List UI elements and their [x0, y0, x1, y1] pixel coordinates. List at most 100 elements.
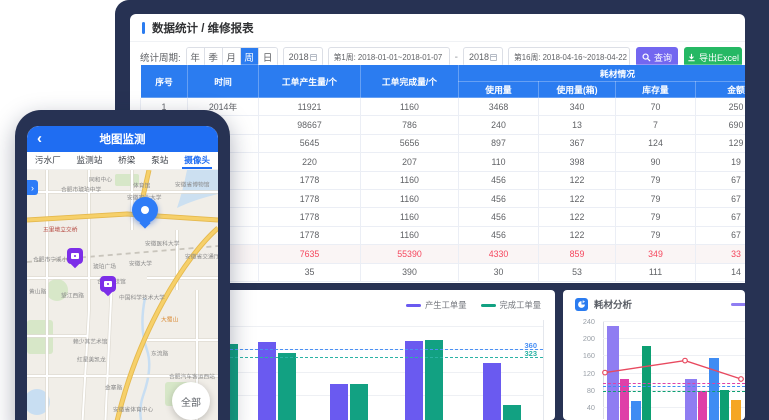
cell-value: 367	[539, 134, 616, 152]
divider	[130, 41, 745, 42]
bar-完成工单量	[503, 405, 521, 420]
phone-tab-桥梁[interactable]: 桥梁	[116, 152, 137, 169]
cell-value: 1160	[361, 98, 459, 116]
search-icon	[642, 53, 651, 62]
bar-产生工单量	[405, 341, 423, 420]
col-subheader: 使用量(箱)	[539, 82, 616, 98]
cell-value: 349	[616, 245, 696, 263]
start-year-value: 2018	[289, 52, 309, 62]
col-header-consumables-group: 耗材情况	[459, 65, 746, 82]
cell-value: 11921	[259, 98, 361, 116]
camera-pin[interactable]	[67, 248, 83, 264]
cell-value: 98667	[259, 116, 361, 134]
map-view[interactable]: 同和中心合肥市琥珀中学体育馆安徽农业大学安徽省博物馆五里墩立交桥安徽医科大学安徽…	[27, 170, 218, 420]
cell-value: 4330	[459, 245, 539, 263]
table-row: 42202071103989019	[141, 153, 746, 171]
end-week-value: 第16周: 2018-04-16~2018-04-22	[514, 52, 627, 63]
cell-value: 79	[616, 189, 696, 207]
cell-value: 14	[696, 263, 746, 281]
bar-完成工单量	[278, 353, 296, 420]
cell-value: 122	[539, 208, 616, 226]
pin-center-dot	[141, 206, 149, 214]
cell-value: 1160	[361, 208, 459, 226]
back-chevron-icon[interactable]: ‹	[37, 130, 42, 148]
cell-value: 124	[616, 134, 696, 152]
camera-pin[interactable]	[100, 276, 116, 292]
download-icon	[687, 53, 696, 62]
col-subheader: 使用量	[459, 82, 539, 98]
breadcrumb-accent-bar	[142, 22, 145, 34]
cell-value: 240	[459, 116, 539, 134]
right-chart-plot: 2402001601208040	[563, 290, 745, 420]
cell-value: 129	[696, 134, 746, 152]
cell-value: 1778	[259, 171, 361, 189]
phone-tab-bar: 污水厂监测站桥梁泵站摄像头	[27, 152, 218, 170]
cell-value: 456	[459, 226, 539, 244]
breadcrumb: 数据统计 / 维修报表	[142, 20, 254, 36]
export-button-label: 导出Excel	[699, 51, 739, 64]
show-all-button[interactable]: 全部	[172, 382, 210, 420]
average-row: 平均值35390305311114	[141, 263, 746, 281]
cell-value: 122	[539, 171, 616, 189]
bar-产生工单量	[483, 363, 501, 420]
cell-value: 1160	[361, 226, 459, 244]
col-subheader: 金额	[696, 82, 746, 98]
cell-value: 7	[616, 116, 696, 134]
cell-value: 33	[696, 245, 746, 263]
table-row: 8177811604561227967	[141, 226, 746, 244]
selected-location-pin[interactable]	[132, 197, 158, 223]
cell-value: 55390	[361, 245, 459, 263]
cell-value: 122	[539, 189, 616, 207]
cell-value: 1778	[259, 226, 361, 244]
cell-value: 207	[361, 153, 459, 171]
start-week-value: 第1周: 2018-01-01~2018-01-07	[334, 52, 443, 63]
table-row: 298667786240137690	[141, 116, 746, 134]
cell-value: 79	[616, 171, 696, 189]
table-row: 7177811604561227967	[141, 208, 746, 226]
phone-tab-污水厂[interactable]: 污水厂	[33, 152, 63, 169]
phone-screen: ‹ 地图监测 污水厂监测站桥梁泵站摄像头	[27, 126, 218, 420]
cell-value: 67	[696, 189, 746, 207]
col-header-time: 时间	[188, 65, 259, 98]
table-row: 12014年119211160346834070250	[141, 98, 746, 116]
cell-value: 13	[539, 116, 616, 134]
cell-value: 67	[696, 208, 746, 226]
phone-page-title: 地图监测	[100, 131, 146, 147]
cell-value: 35	[259, 263, 361, 281]
phone-header: ‹ 地图监测	[27, 126, 218, 152]
end-year-value: 2018	[469, 52, 489, 62]
col-header-orders-completed: 工单完成量/个	[361, 65, 459, 98]
phone-tab-摄像头[interactable]: 摄像头	[182, 152, 212, 169]
phone-mockup: ‹ 地图监测 污水厂监测站桥梁泵站摄像头	[15, 110, 230, 420]
cell-value: 5645	[259, 134, 361, 152]
cell-value: 456	[459, 208, 539, 226]
cell-value: 340	[539, 98, 616, 116]
cell-value: 786	[361, 116, 459, 134]
cell-value: 122	[539, 226, 616, 244]
plot-right-border	[543, 320, 544, 420]
cell-value: 390	[361, 263, 459, 281]
cell-value: 220	[259, 153, 361, 171]
table-row: 5177811604561227967	[141, 171, 746, 189]
consumables-chart-card: 耗材分析 2402001601208040	[563, 290, 745, 420]
cell-value: 456	[459, 189, 539, 207]
col-header-index: 序号	[141, 65, 188, 98]
cell-value: 67	[696, 226, 746, 244]
phone-tab-监测站[interactable]: 监测站	[75, 152, 105, 169]
cell-value: 90	[616, 153, 696, 171]
cell-value: 30	[459, 263, 539, 281]
expand-panel-icon[interactable]: ›	[27, 180, 38, 195]
bar-产生工单量	[258, 342, 276, 420]
cell-value: 79	[616, 226, 696, 244]
cell-value: 53	[539, 263, 616, 281]
cell-value: 859	[539, 245, 616, 263]
cell-value: 79	[616, 208, 696, 226]
calendar-icon	[490, 54, 497, 61]
cell-value: 3468	[459, 98, 539, 116]
cell-value: 1778	[259, 208, 361, 226]
query-button-label: 查询	[654, 51, 672, 64]
table-row: 356455656897367124129	[141, 134, 746, 152]
phone-tab-泵站[interactable]: 泵站	[149, 152, 170, 169]
cell-value: 5656	[361, 134, 459, 152]
cell-value: 250	[696, 98, 746, 116]
